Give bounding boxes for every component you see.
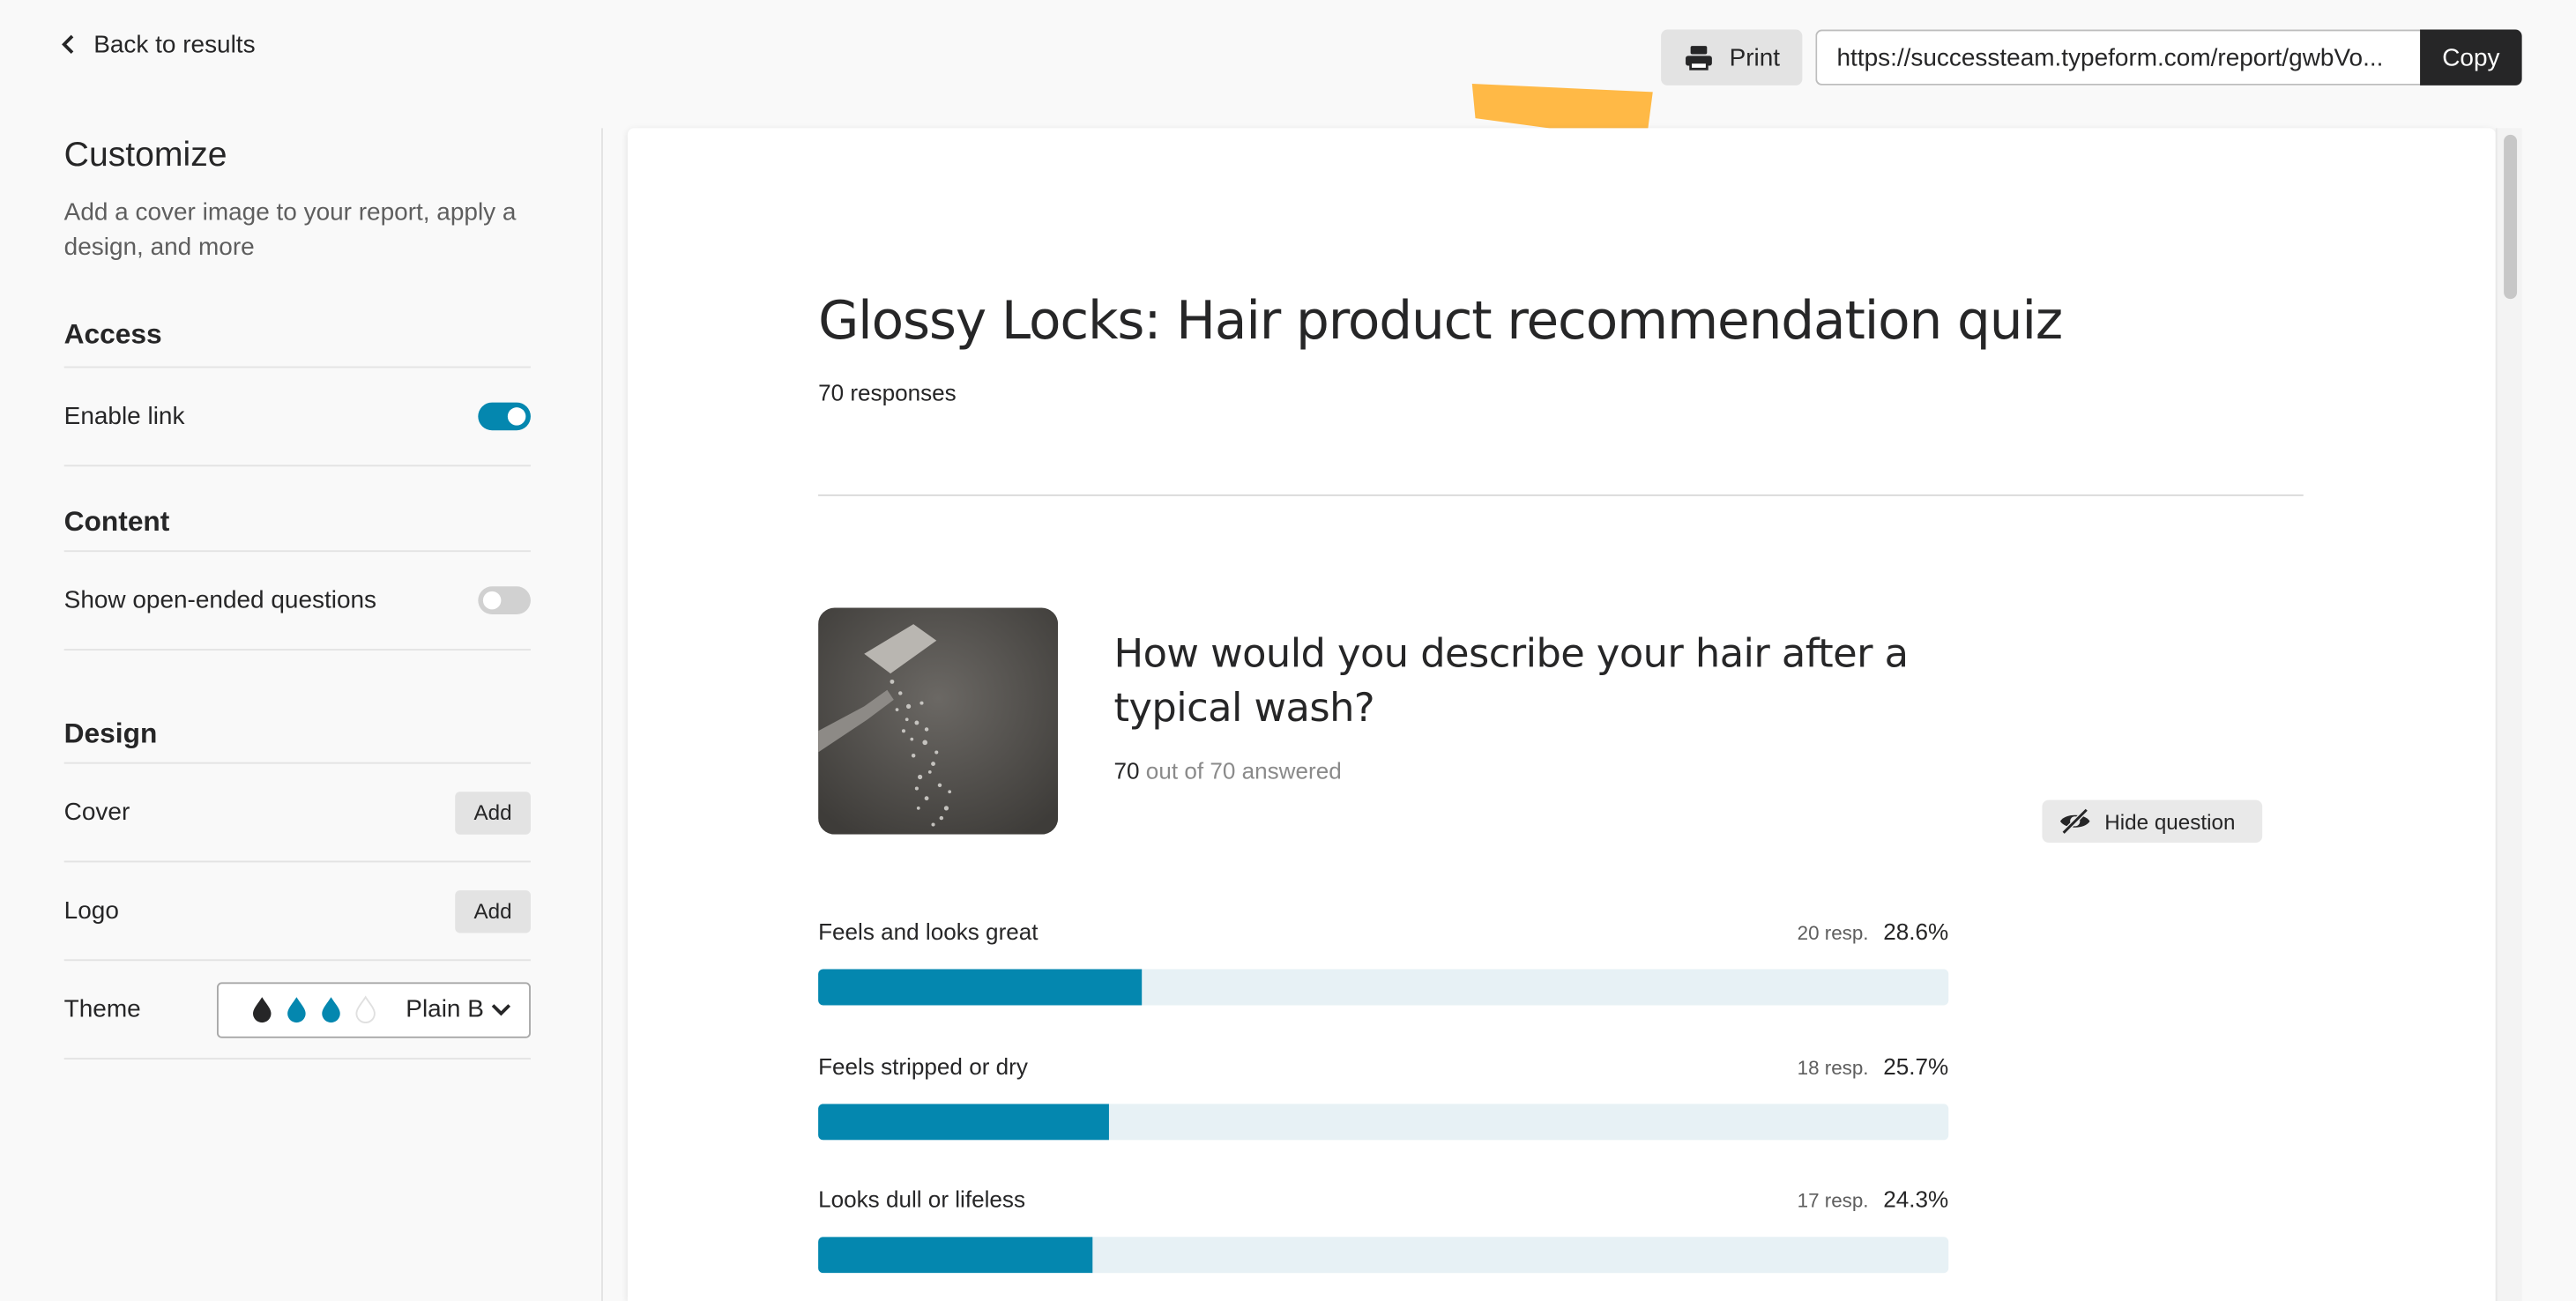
- sidebar-description: Add a cover image to your report, apply …: [63, 198, 517, 262]
- answer-percentage: 25.7%: [1883, 1052, 1949, 1080]
- answer-row: Feels stripped or dry 18 resp. 25.7%: [818, 1048, 1949, 1141]
- cover-row: Cover Add: [63, 762, 531, 861]
- response-count: 70 responses: [818, 379, 957, 406]
- answer-responses: 20 resp.: [1797, 921, 1869, 945]
- answer-row: Feels and looks great 20 resp. 28.6%: [818, 913, 1949, 1006]
- answer-bar-track: [818, 1237, 1949, 1274]
- answer-percentage: 28.6%: [1883, 918, 1949, 945]
- enable-link-toggle[interactable]: [478, 402, 531, 431]
- answered-suffix: out of 70 answered: [1145, 757, 1342, 784]
- question-image: [818, 607, 1059, 835]
- printer-icon: [1685, 46, 1712, 71]
- logo-label: Logo: [63, 896, 119, 926]
- answer-label: Looks dull or lifeless: [818, 1186, 1026, 1213]
- theme-label: Theme: [63, 995, 141, 1024]
- logo-row: Logo Add: [63, 860, 531, 960]
- answer-bar-fill: [818, 1104, 1109, 1141]
- question-title: How would you describe your hair after a…: [1113, 630, 1909, 732]
- open-ended-label: Show open-ended questions: [63, 586, 377, 614]
- cover-label: Cover: [63, 798, 130, 827]
- scrollbar-thumb[interactable]: [2504, 134, 2518, 300]
- customize-sidebar: Customize Add a cover image to your repo…: [63, 128, 531, 1060]
- drop-icon: [287, 997, 306, 1023]
- answer-bar-fill: [818, 1237, 1093, 1274]
- answer-percentage: 24.3%: [1883, 1186, 1949, 1213]
- hide-question-label: Hide question: [2104, 808, 2236, 834]
- copy-button[interactable]: Copy: [2420, 29, 2522, 85]
- answered-count: 70 out of 70 answered: [1114, 757, 1342, 784]
- answer-responses: 18 resp.: [1797, 1056, 1869, 1080]
- logo-add-button[interactable]: Add: [455, 889, 531, 933]
- cover-add-button[interactable]: Add: [455, 791, 531, 834]
- answer-bar-fill: [818, 969, 1142, 1006]
- back-to-results-label: Back to results: [93, 30, 256, 59]
- report-divider: [818, 494, 2304, 496]
- access-heading: Access: [63, 318, 162, 350]
- back-to-results-link[interactable]: Back to results: [61, 28, 256, 61]
- share-url-field[interactable]: https://successteam.typeform.com/report/…: [1815, 29, 2423, 85]
- drop-icon: [355, 995, 376, 1023]
- enable-link-label: Enable link: [63, 402, 185, 431]
- sidebar-divider: [601, 128, 603, 1301]
- content-heading: Content: [63, 505, 170, 538]
- chevron-left-icon: [62, 34, 74, 54]
- answer-bar-track: [818, 1104, 1949, 1141]
- print-button[interactable]: Print: [1661, 29, 1803, 85]
- report-title: Glossy Locks: Hair product recommendatio…: [818, 288, 2063, 352]
- share-url-text: https://successteam.typeform.com/report/…: [1836, 43, 2384, 72]
- chevron-down-icon: [491, 1003, 511, 1015]
- sidebar-title: Customize: [63, 136, 227, 175]
- answer-label: Feels stripped or dry: [818, 1052, 1028, 1080]
- report-scrollbar[interactable]: [2495, 128, 2522, 1301]
- answer-label: Feels and looks great: [818, 918, 1039, 945]
- theme-name: Plain B: [406, 995, 484, 1024]
- eye-off-icon: [2059, 807, 2090, 835]
- open-ended-row: Show open-ended questions: [63, 550, 531, 649]
- open-ended-toggle[interactable]: [478, 586, 531, 614]
- hide-question-button[interactable]: Hide question: [2042, 799, 2263, 844]
- theme-row: Theme Plain B: [63, 959, 531, 1058]
- drop-icon: [322, 997, 340, 1023]
- print-label: Print: [1729, 43, 1781, 72]
- drop-icon: [252, 997, 272, 1023]
- answer-responses: 17 resp.: [1797, 1189, 1869, 1213]
- report-preview: Glossy Locks: Hair product recommendatio…: [627, 128, 2496, 1301]
- answer-bar-track: [818, 969, 1949, 1006]
- design-heading: Design: [63, 717, 158, 749]
- answer-row: Looks dull or lifeless 17 resp. 24.3%: [818, 1181, 1949, 1274]
- enable-link-row: Enable link: [63, 366, 531, 465]
- answered-number: 70: [1113, 757, 1140, 784]
- theme-select[interactable]: Plain B: [216, 981, 531, 1037]
